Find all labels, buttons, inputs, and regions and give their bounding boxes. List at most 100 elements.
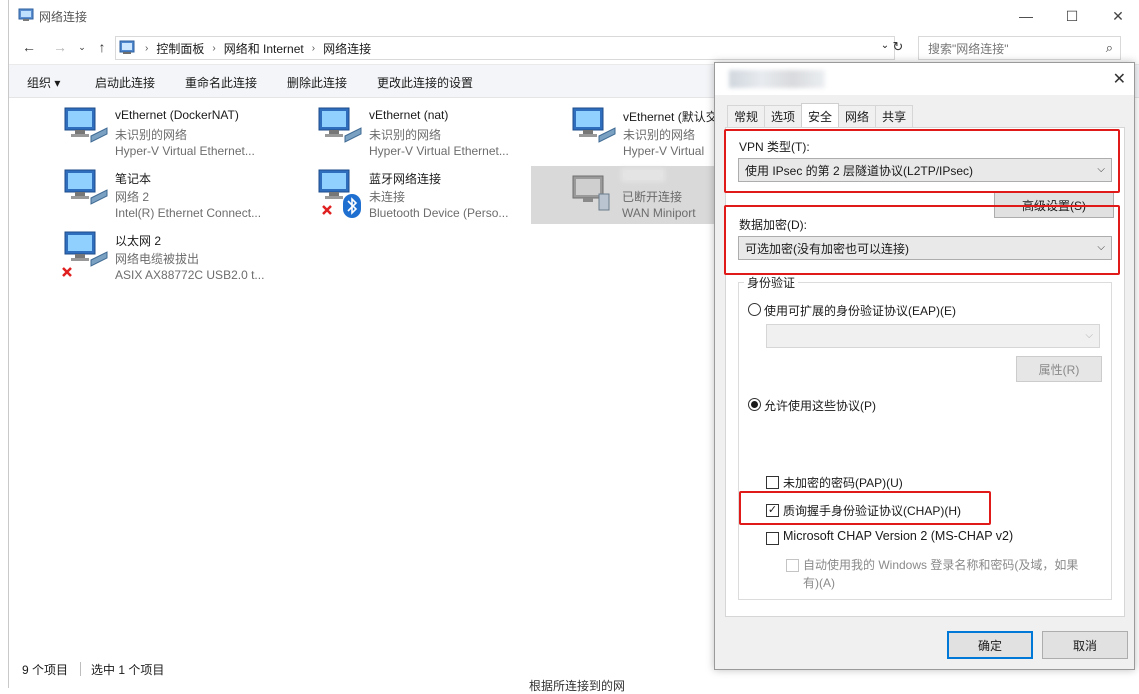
disconnected-x-icon — [322, 205, 332, 215]
eap-radio[interactable] — [748, 303, 761, 316]
connection-status: 网络 2 — [115, 190, 150, 204]
connection-status: 已断开连接 — [622, 190, 683, 204]
connection-item[interactable]: vEthernet (nat) 未识别的网络 Hyper-V Virtual E… — [313, 100, 563, 158]
connection-name: vEthernet (默认交 — [623, 110, 718, 124]
connection-device: Hyper-V Virtual Ethernet... — [115, 144, 255, 158]
connection-name: 蓝牙网络连接 — [369, 172, 442, 186]
control-panel-icon — [119, 40, 135, 54]
network-adapter-icon — [64, 231, 108, 267]
autologon-label-line2[interactable]: 有)(A) — [803, 574, 835, 591]
breadcrumb-network-internet[interactable]: 网络和 Internet — [224, 40, 304, 57]
back-arrow-icon[interactable]: ← — [18, 36, 40, 58]
background-text: 根据所连接到的网 — [529, 677, 625, 694]
connection-item-selected[interactable]: 已断开连接 WAN Miniport — [531, 166, 715, 224]
highlight-vpn-type — [724, 129, 1120, 193]
network-folder-icon — [18, 8, 34, 21]
network-adapter-icon — [572, 107, 616, 143]
eap-radio-label[interactable]: 使用可扩展的身份验证协议(EAP)(E) — [764, 302, 956, 319]
chevron-down-icon: ⌵ — [1085, 330, 1093, 341]
pap-checkbox[interactable] — [766, 476, 779, 489]
connection-item[interactable]: 蓝牙网络连接 未连接 Bluetooth Device (Perso... — [313, 162, 563, 220]
network-adapter-icon — [64, 169, 108, 205]
rename-connection-button[interactable]: 重命名此连接 — [185, 74, 257, 91]
allow-protocols-label[interactable]: 允许使用这些协议(P) — [764, 397, 876, 414]
pap-label[interactable]: 未加密的密码(PAP)(U) — [783, 474, 903, 491]
connection-status: 网络电缆被拔出 — [115, 252, 200, 266]
allow-protocols-radio[interactable] — [748, 398, 761, 411]
cancel-label: 取消 — [1072, 638, 1097, 653]
recent-chevron-icon[interactable]: ⌄ — [71, 36, 93, 58]
search-input[interactable]: 搜索"网络连接" ⌕ — [918, 36, 1121, 60]
search-placeholder: 搜索"网络连接" — [928, 41, 1009, 56]
eap-method-select[interactable]: ⌵ — [766, 324, 1100, 348]
background-text-label: 根据所连接到的网 — [529, 679, 626, 693]
highlight-encryption — [724, 205, 1120, 275]
connection-device: Bluetooth Device (Perso... — [369, 206, 509, 220]
connection-name: vEthernet (DockerNAT) — [115, 108, 239, 122]
refresh-icon[interactable]: ↻ — [887, 36, 909, 58]
maximize-button[interactable]: ☐ — [1049, 4, 1095, 28]
search-icon: ⌕ — [1105, 40, 1113, 55]
properties-button[interactable]: 属性(R) — [1016, 356, 1102, 382]
start-connection-button[interactable]: 启动此连接 — [95, 74, 155, 91]
status-divider — [80, 662, 81, 676]
wan-adapter-icon — [572, 175, 610, 211]
forward-arrow-icon[interactable]: → — [49, 36, 71, 58]
tab-network[interactable]: 网络 — [838, 105, 877, 127]
organize-button[interactable]: 组织 ▾ — [27, 74, 60, 91]
breadcrumb-separator: › — [145, 42, 149, 54]
delete-connection-button[interactable]: 删除此连接 — [287, 74, 347, 91]
ok-label: 确定 — [977, 638, 1002, 653]
connection-name: 笔记本 — [115, 172, 152, 186]
tab-sharing[interactable]: 共享 — [875, 105, 914, 127]
properties-label: 属性(R) — [1038, 362, 1080, 377]
connection-name: 以太网 2 — [115, 234, 162, 248]
connection-item[interactable]: 以太网 2 网络电缆被拔出 ASIX AX88772C USB2.0 t... — [59, 224, 309, 282]
autologon-checkbox[interactable] — [786, 559, 799, 572]
title-bar: 网络连接 — ☐ ✕ — [9, 0, 1139, 32]
vpn-properties-dialog: ✕ 常规 选项 安全 网络 共享 VPN 类型(T): 使用 IPsec 的第 … — [714, 62, 1135, 670]
connection-device: Hyper-V Virtual — [623, 144, 705, 158]
connection-status: 未识别的网络 — [369, 128, 442, 142]
blurred-dialog-title — [729, 70, 825, 88]
connection-item[interactable]: vEthernet (默认交 未识别的网络 Hyper-V Virtual — [567, 100, 718, 158]
mschap-checkbox[interactable] — [766, 532, 779, 545]
breadcrumb-separator: › — [311, 42, 316, 54]
tab-strip: 常规 选项 安全 网络 共享 — [727, 103, 914, 127]
dialog-title-bar: ✕ — [715, 63, 1134, 95]
connection-name: vEthernet (nat) — [369, 108, 449, 122]
tab-options[interactable]: 选项 — [764, 105, 803, 127]
tab-security[interactable]: 安全 — [801, 103, 840, 127]
connection-status: 未识别的网络 — [115, 128, 188, 142]
breadcrumb-separator: › — [212, 42, 216, 54]
address-bar[interactable]: › 控制面板 › 网络和 Internet › 网络连接 ⌄ — [115, 36, 895, 60]
item-count: 9 个项目 — [22, 663, 69, 677]
change-settings-button[interactable]: 更改此连接的设置 — [377, 74, 473, 91]
connection-item[interactable]: vEthernet (DockerNAT) 未识别的网络 Hyper-V Vir… — [59, 100, 309, 158]
blurred-name — [621, 168, 665, 182]
mschap-label[interactable]: Microsoft CHAP Version 2 (MS-CHAP v2) — [783, 529, 1013, 543]
network-adapter-icon — [318, 107, 362, 143]
connection-device: Intel(R) Ethernet Connect... — [115, 206, 262, 220]
connection-list: vEthernet (DockerNAT) 未识别的网络 Hyper-V Vir… — [9, 100, 718, 650]
connection-status: 未连接 — [369, 190, 406, 204]
cancel-button[interactable]: 取消 — [1042, 631, 1128, 659]
connection-device: WAN Miniport — [622, 206, 696, 220]
connection-device: ASIX AX88772C USB2.0 t... — [115, 268, 265, 282]
network-adapter-icon — [64, 107, 108, 143]
connection-item[interactable]: 笔记本 网络 2 Intel(R) Ethernet Connect... — [59, 162, 309, 220]
autologon-label-line1[interactable]: 自动使用我的 Windows 登录名称和密码(及域，如果 — [803, 556, 1078, 573]
up-arrow-icon[interactable]: ↑ — [91, 36, 113, 58]
ok-button[interactable]: 确定 — [947, 631, 1033, 659]
tab-general[interactable]: 常规 — [727, 105, 766, 127]
close-window-button[interactable]: ✕ — [1095, 4, 1139, 28]
breadcrumb-network-connections[interactable]: 网络连接 — [323, 40, 371, 57]
security-page: VPN 类型(T): 使用 IPsec 的第 2 层隧道协议(L2TP/IPse… — [725, 127, 1125, 617]
bluetooth-icon — [343, 194, 361, 218]
selected-count: 选中 1 个项目 — [91, 663, 165, 677]
dialog-close-icon[interactable]: ✕ — [1113, 69, 1126, 89]
window-title: 网络连接 — [39, 10, 88, 24]
minimize-button[interactable]: — — [1003, 4, 1049, 28]
breadcrumb-control-panel[interactable]: 控制面板 — [156, 40, 204, 57]
highlight-chap — [739, 491, 991, 525]
